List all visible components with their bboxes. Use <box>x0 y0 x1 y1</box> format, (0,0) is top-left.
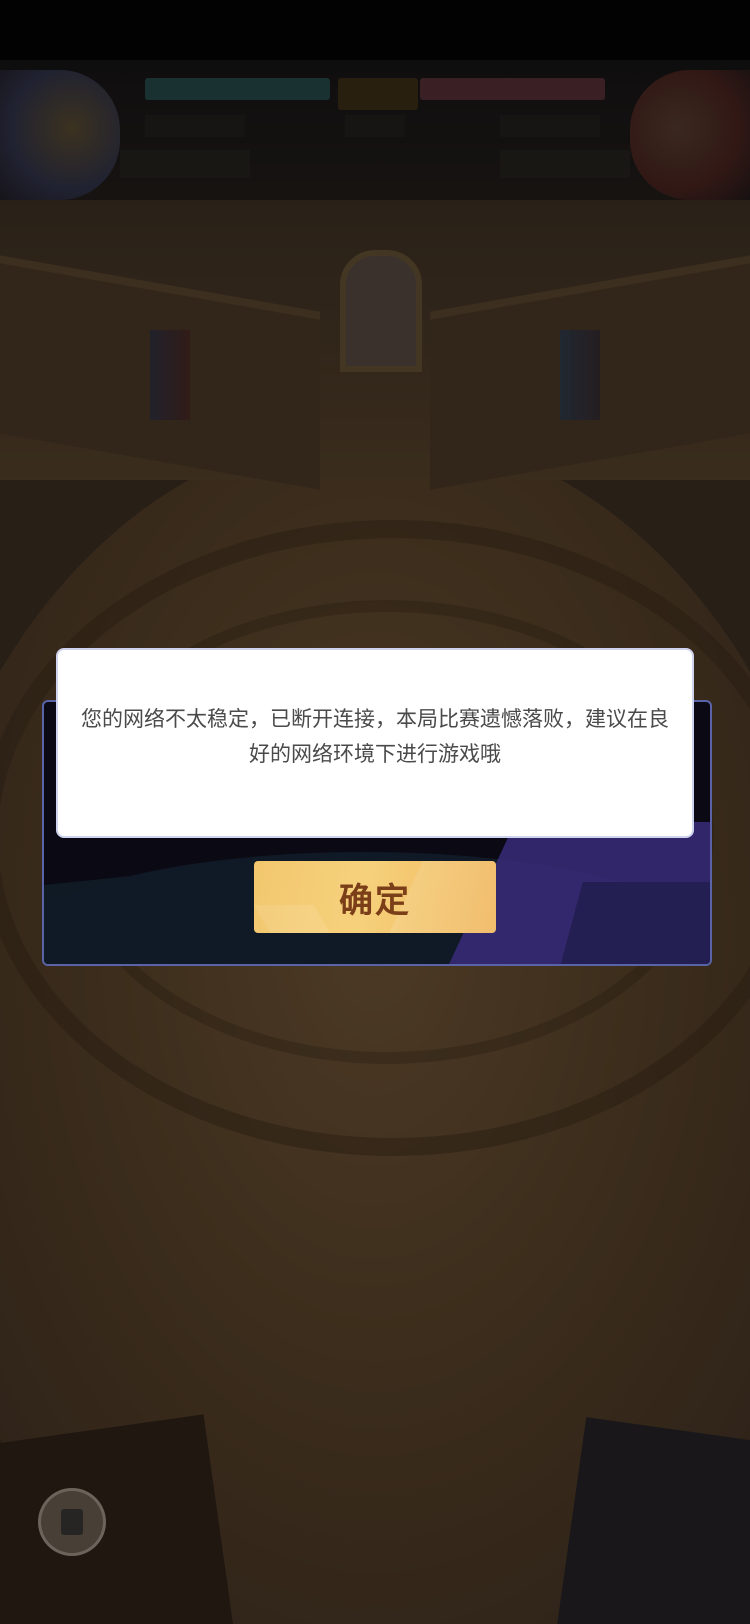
game-screen: 您的网络不太稳定，已断开连接，本局比赛遗憾落败，建议在良好的网络环境下进行游戏哦… <box>0 0 750 1624</box>
dialog-message-card: 您的网络不太稳定，已断开连接，本局比赛遗憾落败，建议在良好的网络环境下进行游戏哦 <box>56 648 694 838</box>
chat-button[interactable] <box>38 1488 106 1556</box>
dialog-message: 您的网络不太稳定，已断开连接，本局比赛遗憾落败，建议在良好的网络环境下进行游戏哦 <box>81 707 669 766</box>
confirm-button[interactable]: 确定 <box>254 861 496 933</box>
chat-icon <box>61 1509 83 1535</box>
button-sheen <box>254 905 331 933</box>
confirm-button-label: 确定 <box>339 880 411 921</box>
